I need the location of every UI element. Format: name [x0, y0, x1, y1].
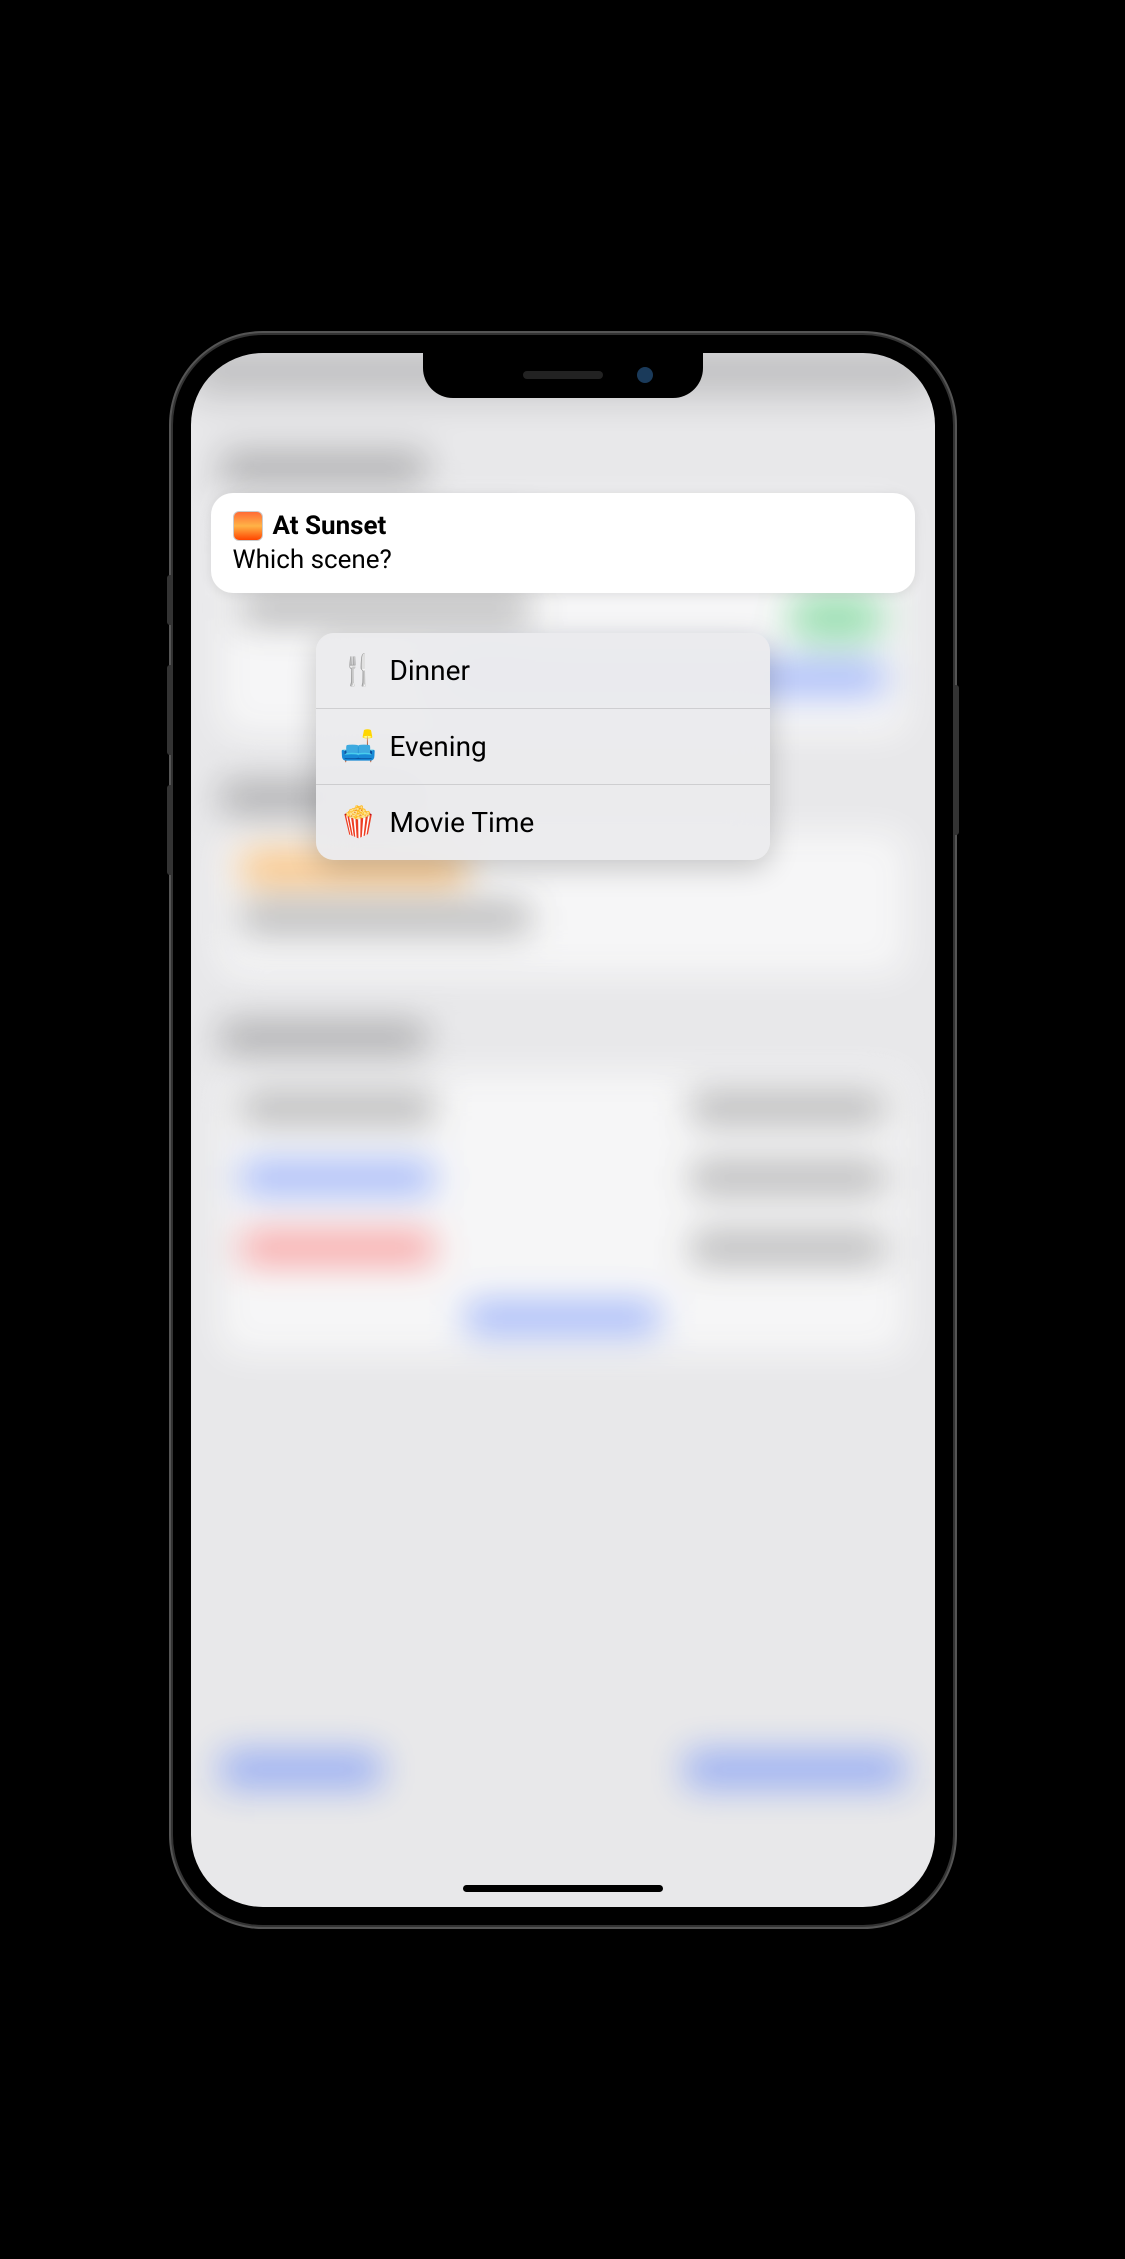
volume-up-button — [167, 665, 173, 755]
notch — [423, 353, 703, 398]
mute-switch — [167, 575, 173, 625]
prompt-title: At Sunset — [273, 511, 387, 541]
option-dinner[interactable]: 🍴 Dinner — [316, 633, 770, 709]
popcorn-icon: 🍿 — [340, 805, 374, 840]
option-label: Dinner — [390, 654, 470, 687]
modal-overlay: At Sunset Which scene? 🍴 Dinner 🛋️ Eveni… — [191, 353, 935, 1907]
option-movie-time[interactable]: 🍿 Movie Time — [316, 785, 770, 860]
option-evening[interactable]: 🛋️ Evening — [316, 709, 770, 785]
couch-icon: 🛋️ — [340, 729, 374, 764]
prompt-header: At Sunset — [233, 511, 893, 541]
scene-options-menu: 🍴 Dinner 🛋️ Evening 🍿 Movie Time — [316, 633, 770, 860]
prompt-card: At Sunset Which scene? — [211, 493, 915, 593]
option-label: Movie Time — [390, 806, 535, 839]
speaker — [523, 371, 603, 379]
home-indicator[interactable] — [463, 1885, 663, 1892]
option-label: Evening — [390, 730, 487, 763]
phone-screen: At Sunset Which scene? 🍴 Dinner 🛋️ Eveni… — [191, 353, 935, 1907]
prompt-question: Which scene? — [233, 545, 893, 575]
phone-device-frame: At Sunset Which scene? 🍴 Dinner 🛋️ Eveni… — [173, 335, 953, 1925]
volume-down-button — [167, 785, 173, 875]
power-button — [953, 685, 959, 835]
left-side-buttons — [167, 575, 173, 905]
fork-knife-icon: 🍴 — [340, 653, 374, 688]
right-side-buttons — [953, 685, 959, 835]
front-camera — [637, 367, 653, 383]
sunset-icon — [233, 511, 263, 541]
